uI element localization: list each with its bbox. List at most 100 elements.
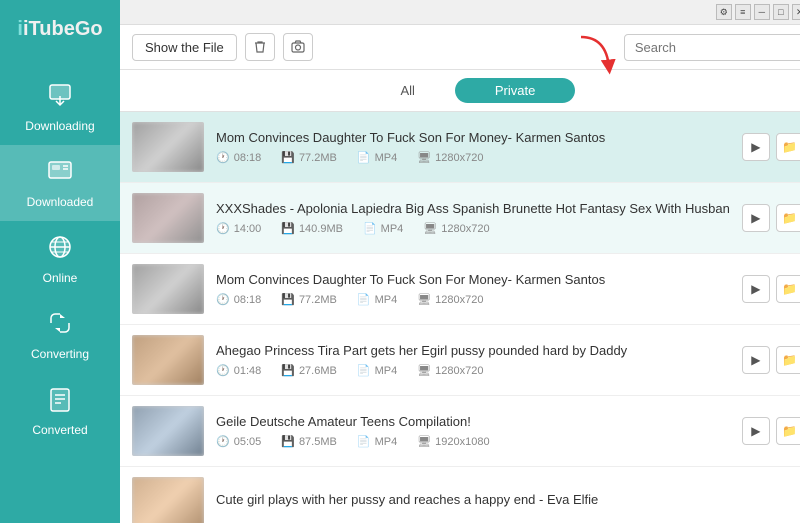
file-size-icon-1: 💾 (281, 151, 295, 164)
folder-button-5[interactable]: 📁 (776, 417, 800, 445)
list-item: XXXShades - Apolonia Lapiedra Big Ass Sp… (120, 183, 800, 254)
file-meta-1: 🕐 08:18 💾 77.2MB 📄 MP4 🖥 (216, 151, 730, 164)
main-panel: Show the File All Private (120, 25, 800, 523)
file-size-icon-4: 💾 (281, 364, 295, 377)
thumbnail-2 (132, 193, 204, 243)
search-input[interactable] (624, 34, 800, 61)
meta-format-3: 📄 MP4 (357, 293, 397, 306)
play-button-1[interactable]: ▶ (742, 133, 770, 161)
list-item: Cute girl plays with her pussy and reach… (120, 467, 800, 523)
file-size-icon-2: 💾 (281, 222, 295, 235)
meta-resolution-3: 🖥 1280x720 (417, 293, 483, 306)
file-list: Mom Convinces Daughter To Fuck Son For M… (120, 112, 800, 523)
play-button-2[interactable]: ▶ (742, 204, 770, 232)
folder-button-1[interactable]: 📁 (776, 133, 800, 161)
meta-size-5: 💾 87.5MB (281, 435, 337, 448)
file-actions-1: ▶ 📁 (742, 133, 800, 161)
converting-icon (46, 309, 74, 343)
trash-icon (253, 40, 267, 54)
tab-all[interactable]: All (360, 78, 454, 103)
resolution-icon-2: 🖥 (423, 222, 437, 235)
meta-duration-3: 🕐 08:18 (216, 293, 261, 306)
thumbnail-3 (132, 264, 204, 314)
file-size-icon-3: 💾 (281, 293, 295, 306)
meta-resolution-2: 🖥 1280x720 (423, 222, 489, 235)
file-info-2: XXXShades - Apolonia Lapiedra Big Ass Sp… (216, 201, 730, 235)
meta-size-4: 💾 27.6MB (281, 364, 337, 377)
file-size-icon-5: 💾 (281, 435, 295, 448)
play-button-3[interactable]: ▶ (742, 275, 770, 303)
sidebar-item-downloaded[interactable]: Downloaded (0, 145, 120, 221)
thumbnail-6 (132, 477, 204, 523)
sidebar-label-converted: Converted (32, 423, 87, 437)
clock-icon-5: 🕐 (216, 435, 230, 448)
meta-duration-2: 🕐 14:00 (216, 222, 261, 235)
meta-format-1: 📄 MP4 (357, 151, 397, 164)
window-top-bar: ⚙ ≡ ─ □ ✕ (120, 0, 800, 25)
folder-button-4[interactable]: 📁 (776, 346, 800, 374)
format-icon-1: 📄 (357, 151, 371, 164)
menu-win-btn[interactable]: ≡ (735, 4, 751, 20)
sidebar-label-online: Online (43, 271, 78, 285)
main-content: ⚙ ≡ ─ □ ✕ Show the File (120, 0, 800, 523)
thumbnail-5 (132, 406, 204, 456)
sidebar-item-downloading[interactable]: Downloading (0, 69, 120, 145)
meta-duration-4: 🕐 01:48 (216, 364, 261, 377)
folder-button-3[interactable]: 📁 (776, 275, 800, 303)
meta-size-2: 💾 140.9MB (281, 222, 343, 235)
meta-format-2: 📄 MP4 (363, 222, 403, 235)
tab-bar: All Private (120, 70, 800, 112)
meta-resolution-4: 🖥 1280x720 (417, 364, 483, 377)
format-icon-3: 📄 (357, 293, 371, 306)
camera-button[interactable] (283, 33, 313, 61)
maximize-win-btn[interactable]: □ (773, 4, 789, 20)
play-button-5[interactable]: ▶ (742, 417, 770, 445)
meta-format-4: 📄 MP4 (357, 364, 397, 377)
downloading-icon (46, 81, 74, 115)
file-actions-3: ▶ 📁 (742, 275, 800, 303)
file-title-4: Ahegao Princess Tira Part gets her Egirl… (216, 343, 730, 358)
resolution-icon-5: 🖥 (417, 435, 431, 448)
camera-icon (291, 40, 305, 54)
clock-icon-3: 🕐 (216, 293, 230, 306)
sidebar-label-downloading: Downloading (25, 119, 94, 133)
toolbar: Show the File (120, 25, 800, 70)
list-item: Geile Deutsche Amateur Teens Compilation… (120, 396, 800, 467)
meta-resolution-5: 🖥 1920x1080 (417, 435, 489, 448)
converted-icon (46, 385, 74, 419)
resolution-icon-1: 🖥 (417, 151, 431, 164)
file-meta-4: 🕐 01:48 💾 27.6MB 📄 MP4 🖥 (216, 364, 730, 377)
file-meta-3: 🕐 08:18 💾 77.2MB 📄 MP4 🖥 (216, 293, 730, 306)
sidebar-label-converting: Converting (31, 347, 89, 361)
folder-button-2[interactable]: 📁 (776, 204, 800, 232)
file-title-2: XXXShades - Apolonia Lapiedra Big Ass Sp… (216, 201, 730, 216)
sidebar-item-converting[interactable]: Converting (0, 297, 120, 373)
show-file-button[interactable]: Show the File (132, 34, 237, 61)
file-meta-2: 🕐 14:00 💾 140.9MB 📄 MP4 🖥 (216, 222, 730, 235)
close-win-btn[interactable]: ✕ (792, 4, 800, 20)
minimize-win-btn[interactable]: ─ (754, 4, 770, 20)
sidebar-item-online[interactable]: Online (0, 221, 120, 297)
meta-duration-1: 🕐 08:18 (216, 151, 261, 164)
tab-private[interactable]: Private (455, 78, 575, 103)
play-button-4[interactable]: ▶ (742, 346, 770, 374)
resolution-icon-4: 🖥 (417, 364, 431, 377)
file-meta-5: 🕐 05:05 💾 87.5MB 📄 MP4 🖥 (216, 435, 730, 448)
file-title-5: Geile Deutsche Amateur Teens Compilation… (216, 414, 730, 429)
file-info-3: Mom Convinces Daughter To Fuck Son For M… (216, 272, 730, 306)
format-icon-2: 📄 (363, 222, 377, 235)
online-icon (46, 233, 74, 267)
clock-icon-1: 🕐 (216, 151, 230, 164)
resolution-icon-3: 🖥 (417, 293, 431, 306)
tab-section: All Private (120, 70, 800, 112)
file-info-1: Mom Convinces Daughter To Fuck Son For M… (216, 130, 730, 164)
sidebar-item-converted[interactable]: Converted (0, 373, 120, 449)
meta-size-3: 💾 77.2MB (281, 293, 337, 306)
file-title-6: Cute girl plays with her pussy and reach… (216, 492, 800, 507)
file-info-5: Geile Deutsche Amateur Teens Compilation… (216, 414, 730, 448)
clock-icon-4: 🕐 (216, 364, 230, 377)
settings-win-btn[interactable]: ⚙ (716, 4, 732, 20)
delete-button[interactable] (245, 33, 275, 61)
file-info-4: Ahegao Princess Tira Part gets her Egirl… (216, 343, 730, 377)
file-title-1: Mom Convinces Daughter To Fuck Son For M… (216, 130, 730, 145)
